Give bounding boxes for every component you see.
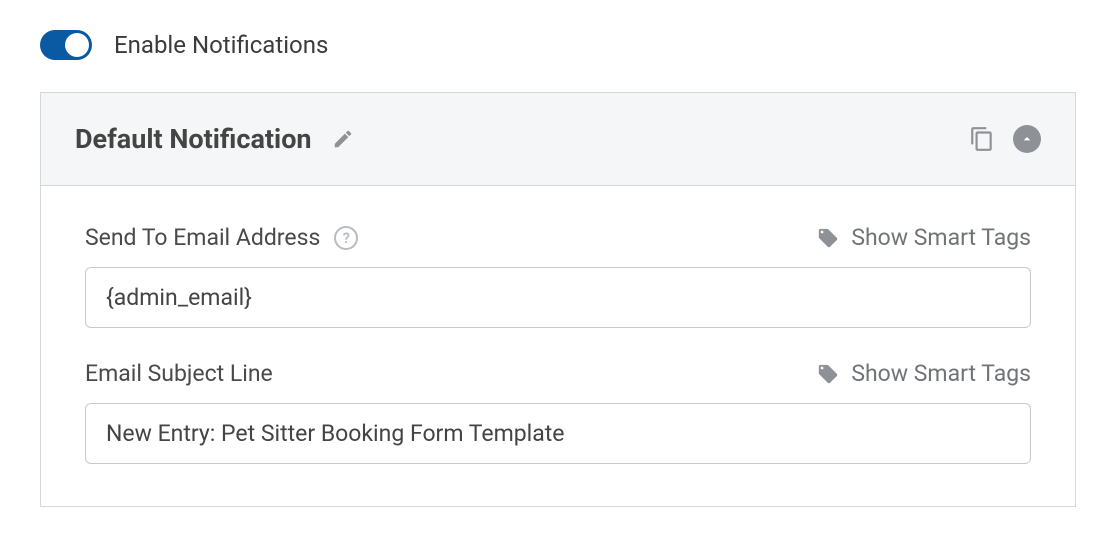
- tag-icon: [817, 363, 839, 385]
- enable-notifications-toggle[interactable]: [40, 30, 92, 60]
- collapse-icon[interactable]: [1013, 125, 1041, 153]
- notification-panel: Default Notification Send To Email Addre…: [40, 92, 1076, 507]
- enable-notifications-row: Enable Notifications: [40, 30, 1076, 60]
- subject-field: Email Subject Line Show Smart Tags: [85, 360, 1031, 464]
- send-to-field: Send To Email Address ? Show Smart Tags: [85, 224, 1031, 328]
- panel-header: Default Notification: [41, 93, 1075, 186]
- tag-icon: [817, 227, 839, 249]
- subject-input[interactable]: [85, 403, 1031, 464]
- panel-body: Send To Email Address ? Show Smart Tags …: [41, 186, 1075, 506]
- send-to-input[interactable]: [85, 267, 1031, 328]
- subject-smart-tags[interactable]: Show Smart Tags: [817, 360, 1031, 387]
- toggle-knob: [65, 33, 89, 57]
- panel-header-actions: [969, 125, 1041, 153]
- send-to-smart-tags[interactable]: Show Smart Tags: [817, 224, 1031, 251]
- subject-label-row: Email Subject Line Show Smart Tags: [85, 360, 1031, 387]
- send-to-smart-tags-label: Show Smart Tags: [851, 224, 1031, 251]
- enable-notifications-label: Enable Notifications: [114, 31, 328, 59]
- pencil-icon[interactable]: [332, 128, 354, 150]
- subject-label-left: Email Subject Line: [85, 360, 273, 387]
- panel-title: Default Notification: [75, 123, 312, 155]
- subject-smart-tags-label: Show Smart Tags: [851, 360, 1031, 387]
- send-to-label-left: Send To Email Address ?: [85, 224, 358, 251]
- help-icon[interactable]: ?: [334, 226, 358, 250]
- send-to-label-row: Send To Email Address ? Show Smart Tags: [85, 224, 1031, 251]
- subject-label: Email Subject Line: [85, 360, 273, 387]
- panel-title-wrap: Default Notification: [75, 123, 354, 155]
- copy-icon[interactable]: [969, 126, 995, 152]
- send-to-label: Send To Email Address: [85, 224, 320, 251]
